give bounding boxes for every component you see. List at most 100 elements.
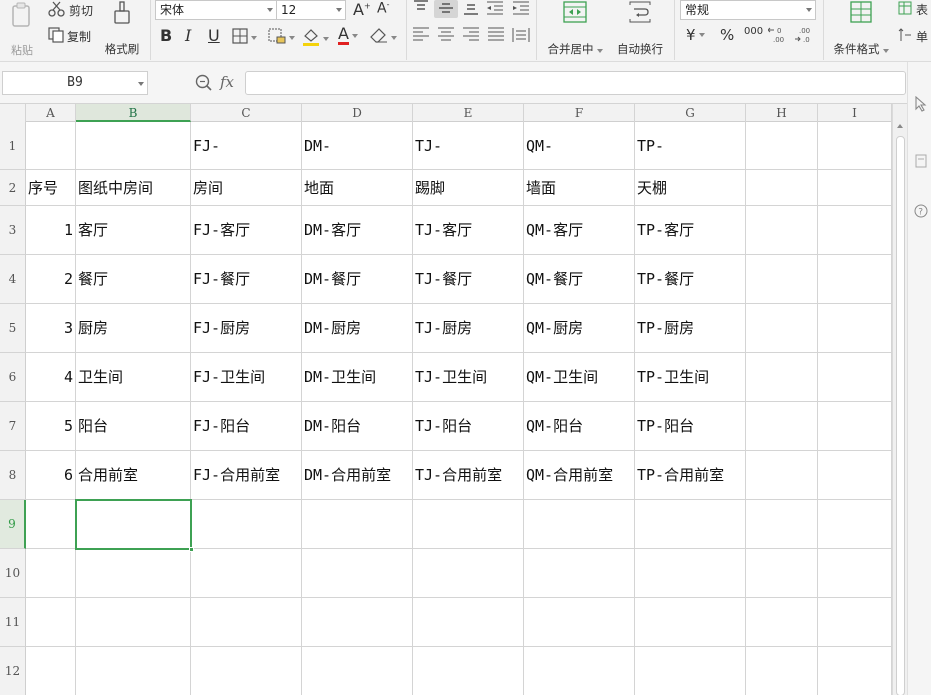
conditional-format-button[interactable]: 条件格式 bbox=[831, 1, 891, 57]
cell-f10[interactable] bbox=[524, 549, 635, 598]
cell-e2[interactable]: 踢脚 bbox=[413, 170, 524, 206]
row-header-7[interactable]: 7 bbox=[0, 402, 26, 451]
cell-e1[interactable]: TJ- bbox=[413, 122, 524, 170]
cell-b5[interactable]: 厨房 bbox=[76, 304, 191, 353]
cell-a12[interactable] bbox=[26, 647, 76, 695]
row-header-9[interactable]: 9 bbox=[0, 500, 26, 549]
increase-decimal-button[interactable]: 0.00 bbox=[767, 26, 788, 47]
copy-button[interactable]: 复制 bbox=[48, 27, 91, 46]
percent-button[interactable]: % bbox=[720, 26, 734, 44]
cell-b9[interactable] bbox=[76, 500, 191, 549]
cell-c3[interactable]: FJ-客厅 bbox=[191, 206, 302, 255]
font-color-button[interactable]: A bbox=[338, 26, 358, 45]
row-header-5[interactable]: 5 bbox=[0, 304, 26, 353]
cell-h11[interactable] bbox=[746, 598, 818, 647]
cell-e3[interactable]: TJ-客厅 bbox=[413, 206, 524, 255]
row-header-10[interactable]: 10 bbox=[0, 549, 26, 598]
cell-a8[interactable]: 6 bbox=[26, 451, 76, 500]
scroll-thumb[interactable] bbox=[896, 136, 905, 695]
row-header-2[interactable]: 2 bbox=[0, 170, 26, 206]
cell-g1[interactable]: TP- bbox=[635, 122, 746, 170]
column-header-d[interactable]: D bbox=[302, 104, 413, 122]
cell-f11[interactable] bbox=[524, 598, 635, 647]
cell-d11[interactable] bbox=[302, 598, 413, 647]
cell-g10[interactable] bbox=[635, 549, 746, 598]
row-header-6[interactable]: 6 bbox=[0, 353, 26, 402]
cell-h9[interactable] bbox=[746, 500, 818, 549]
row-header-4[interactable]: 4 bbox=[0, 255, 26, 304]
cell-d2[interactable]: 地面 bbox=[302, 170, 413, 206]
cell-i10[interactable] bbox=[818, 549, 892, 598]
thousands-button[interactable]: 000 bbox=[744, 26, 763, 37]
clear-button[interactable] bbox=[370, 28, 397, 47]
cell-a3[interactable]: 1 bbox=[26, 206, 76, 255]
align-right-button[interactable] bbox=[462, 27, 480, 44]
increase-font-button[interactable]: A+ bbox=[353, 0, 371, 19]
cell-c12[interactable] bbox=[191, 647, 302, 695]
cell-b2[interactable]: 图纸中房间 bbox=[76, 170, 191, 206]
cell-f8[interactable]: QM-合用前室 bbox=[524, 451, 635, 500]
cell-f3[interactable]: QM-客厅 bbox=[524, 206, 635, 255]
align-bottom-button[interactable] bbox=[462, 0, 480, 19]
cell-e9[interactable] bbox=[413, 500, 524, 549]
cell-g4[interactable]: TP-餐厅 bbox=[635, 255, 746, 304]
column-header-i[interactable]: I bbox=[818, 104, 892, 122]
align-left-button[interactable] bbox=[412, 27, 430, 44]
cell-a5[interactable]: 3 bbox=[26, 304, 76, 353]
cell-a4[interactable]: 2 bbox=[26, 255, 76, 304]
help-icon[interactable]: ? bbox=[914, 204, 928, 221]
decrease-font-button[interactable]: A- bbox=[377, 0, 389, 17]
cell-a1[interactable] bbox=[26, 122, 76, 170]
cell-a2[interactable]: 序号 bbox=[26, 170, 76, 206]
font-name-select[interactable]: 宋体 bbox=[155, 0, 277, 20]
row-header-8[interactable]: 8 bbox=[0, 451, 26, 500]
indent-increase-button[interactable] bbox=[512, 0, 530, 19]
font-size-select[interactable]: 12 bbox=[276, 0, 346, 20]
column-header-e[interactable]: E bbox=[413, 104, 524, 122]
cell-i8[interactable] bbox=[818, 451, 892, 500]
cell-g3[interactable]: TP-客厅 bbox=[635, 206, 746, 255]
cell-f9[interactable] bbox=[524, 500, 635, 549]
cell-h2[interactable] bbox=[746, 170, 818, 206]
column-header-h[interactable]: H bbox=[746, 104, 818, 122]
cell-e10[interactable] bbox=[413, 549, 524, 598]
cell-d8[interactable]: DM-合用前室 bbox=[302, 451, 413, 500]
cell-g5[interactable]: TP-厨房 bbox=[635, 304, 746, 353]
scroll-up-icon[interactable] bbox=[897, 124, 903, 128]
cell-d10[interactable] bbox=[302, 549, 413, 598]
cell-i11[interactable] bbox=[818, 598, 892, 647]
border-button[interactable] bbox=[232, 28, 257, 47]
cell-h3[interactable] bbox=[746, 206, 818, 255]
cell-i12[interactable] bbox=[818, 647, 892, 695]
cell-b4[interactable]: 餐厅 bbox=[76, 255, 191, 304]
column-header-g[interactable]: G bbox=[635, 104, 746, 122]
table-style-button[interactable]: 表 bbox=[898, 1, 928, 18]
cell-i6[interactable] bbox=[818, 353, 892, 402]
select-all-corner[interactable] bbox=[0, 104, 26, 122]
cell-c10[interactable] bbox=[191, 549, 302, 598]
property-icon[interactable] bbox=[915, 154, 927, 171]
cell-b11[interactable] bbox=[76, 598, 191, 647]
cell-b3[interactable]: 客厅 bbox=[76, 206, 191, 255]
cell-g6[interactable]: TP-卫生间 bbox=[635, 353, 746, 402]
cell-i7[interactable] bbox=[818, 402, 892, 451]
cell-f6[interactable]: QM-卫生间 bbox=[524, 353, 635, 402]
cell-c11[interactable] bbox=[191, 598, 302, 647]
row-header-1[interactable]: 1 bbox=[0, 122, 26, 170]
cell-h12[interactable] bbox=[746, 647, 818, 695]
cell-d3[interactable]: DM-客厅 bbox=[302, 206, 413, 255]
cell-a11[interactable] bbox=[26, 598, 76, 647]
align-top-button[interactable] bbox=[412, 0, 430, 15]
align-middle-button[interactable] bbox=[434, 0, 458, 18]
formula-input[interactable] bbox=[245, 71, 906, 95]
cell-e6[interactable]: TJ-卫生间 bbox=[413, 353, 524, 402]
cell-a9[interactable] bbox=[26, 500, 76, 549]
cell-h6[interactable] bbox=[746, 353, 818, 402]
cell-i4[interactable] bbox=[818, 255, 892, 304]
cell-c4[interactable]: FJ-餐厅 bbox=[191, 255, 302, 304]
cell-i5[interactable] bbox=[818, 304, 892, 353]
decrease-decimal-button[interactable]: .00.0 bbox=[794, 26, 814, 47]
vertical-scrollbar[interactable] bbox=[892, 104, 907, 695]
cell-d9[interactable] bbox=[302, 500, 413, 549]
cell-c6[interactable]: FJ-卫生间 bbox=[191, 353, 302, 402]
